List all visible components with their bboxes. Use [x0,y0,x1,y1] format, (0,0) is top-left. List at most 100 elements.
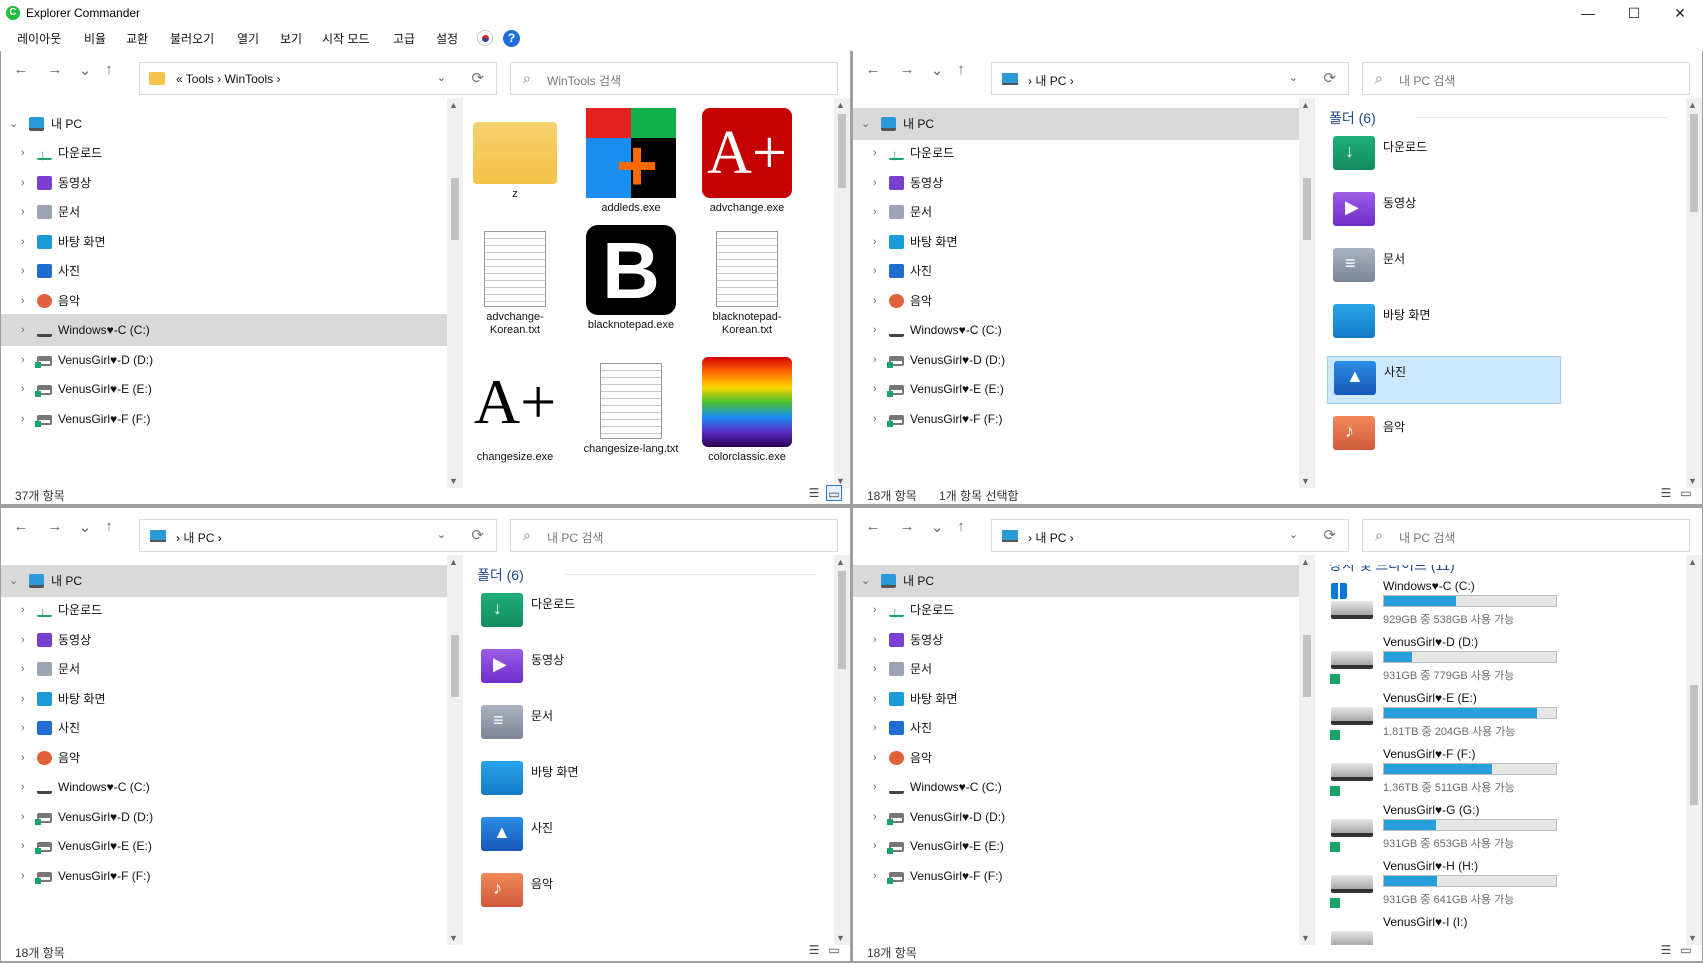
tree-item[interactable]: › 문서 [1,196,447,228]
up-button[interactable]: ↑ [951,518,971,535]
chevron-right-icon[interactable]: › [873,285,877,317]
details-view-icon[interactable]: ☰ [1658,942,1674,958]
menu-ratio[interactable]: 비율 [84,30,106,47]
folder-tile[interactable]: ▲ 사진 [475,813,709,861]
scrollbar-thumb[interactable] [838,114,846,188]
drive-tile[interactable]: VenusGirl♥-H (H:) 931GB 중 641GB 사용 가능 [1327,859,1577,911]
chevron-down-icon[interactable]: ⌄ [9,108,18,140]
file-item[interactable]: advchange-Korean.txt [465,225,565,337]
folder-tile[interactable]: 바탕 화면 [475,757,709,805]
address-path[interactable]: › 내 PC › [1028,529,1074,546]
tree-item[interactable]: › 다운로드 [1,137,447,172]
address-dropdown-icon[interactable]: ⌄ [437,528,446,541]
details-view-icon[interactable]: ☰ [806,485,822,501]
scroll-up-icon[interactable]: ▲ [836,100,845,110]
tree-scrollbar[interactable]: ▲ ▼ [447,555,463,945]
scroll-up-icon[interactable]: ▲ [1688,100,1697,110]
chevron-right-icon[interactable]: › [21,226,25,258]
tree-item[interactable]: › 문서 [1,653,447,685]
chevron-right-icon[interactable]: › [873,830,877,862]
large-icons-view-icon[interactable]: ▭ [1678,942,1694,958]
menu-layout[interactable]: 레이아웃 [17,30,61,47]
recent-dropdown-button[interactable]: ⌄ [927,61,947,79]
large-icons-view-icon[interactable]: ▭ [826,485,842,501]
chevron-right-icon[interactable]: › [21,683,25,715]
tree-item[interactable]: › VenusGirl♥-D (D:) [853,801,1299,833]
tree-item-this-pc[interactable]: ⌄ 내 PC [1,108,447,140]
tree-item[interactable]: › 문서 [853,196,1299,228]
tree-item[interactable]: › 동영상 [1,167,447,199]
tree-item[interactable]: › 사진 [1,255,447,287]
address-bar[interactable]: › 내 PC › ⌄ ⟳ [991,519,1349,552]
korean-flag-icon[interactable] [477,30,493,46]
chevron-right-icon[interactable]: › [873,860,877,892]
menu-swap[interactable]: 교환 [126,30,148,47]
large-icons-view-icon[interactable]: ▭ [1678,485,1694,501]
chevron-right-icon[interactable]: › [873,314,877,346]
chevron-right-icon[interactable]: › [873,653,877,685]
tree-item[interactable]: › 바탕 화면 [853,226,1299,258]
scroll-up-icon[interactable]: ▲ [1688,557,1697,567]
tree-scrollbar[interactable]: ▲ ▼ [447,98,463,488]
recent-dropdown-button[interactable]: ⌄ [927,518,947,536]
chevron-right-icon[interactable]: › [873,373,877,405]
menu-open[interactable]: 열기 [237,30,259,47]
up-button[interactable]: ↑ [99,61,119,78]
chevron-right-icon[interactable]: › [21,771,25,803]
drive-tile[interactable]: VenusGirl♥-F (F:) 1.36TB 중 511GB 사용 가능 [1327,747,1577,799]
chevron-right-icon[interactable]: › [21,624,25,656]
tree-item[interactable]: › 동영상 [853,624,1299,656]
chevron-right-icon[interactable]: › [21,653,25,685]
tree-item[interactable]: › VenusGirl♥-D (D:) [853,344,1299,376]
scroll-down-icon[interactable]: ▼ [449,933,458,943]
chevron-right-icon[interactable]: › [21,167,25,199]
drive-tile[interactable]: VenusGirl♥-E (E:) 1.81TB 중 204GB 사용 가능 [1327,691,1577,743]
chevron-right-icon[interactable]: › [873,624,877,656]
file-item[interactable]: + addleds.exe [581,108,681,215]
help-icon[interactable]: ? [503,30,520,47]
file-item[interactable]: A+ changesize.exe [465,357,565,464]
menu-settings[interactable]: 설정 [436,30,458,47]
scroll-down-icon[interactable]: ▼ [1301,476,1310,486]
tree-item[interactable]: › 바탕 화면 [1,226,447,258]
chevron-right-icon[interactable]: › [873,255,877,287]
recent-dropdown-button[interactable]: ⌄ [75,518,95,536]
search-box[interactable]: ⌕ 내 PC 검색 [1362,62,1690,95]
forward-button[interactable]: → [897,518,917,535]
tree-item-this-pc[interactable]: ⌄ 내 PC [853,108,1299,140]
tree-item[interactable]: › VenusGirl♥-F (F:) [853,860,1299,892]
recent-dropdown-button[interactable]: ⌄ [75,61,95,79]
chevron-right-icon[interactable]: › [21,255,25,287]
back-button[interactable]: ← [863,518,883,535]
menu-view[interactable]: 보기 [280,30,302,47]
scroll-up-icon[interactable]: ▲ [449,557,458,567]
address-bar[interactable]: › 내 PC › ⌄ ⟳ [139,519,497,552]
folder-tile[interactable]: ♪ 음악 [475,869,709,917]
file-item[interactable]: Bblacknotepad.exe [581,225,681,332]
tree-item[interactable]: › 음악 [853,285,1299,317]
file-item[interactable]: A+ advchange.exe [697,108,797,215]
scroll-up-icon[interactable]: ▲ [1301,557,1310,567]
tree-item[interactable]: › VenusGirl♥-F (F:) [1,860,447,892]
folder-tile[interactable]: ♪ 음악 [1327,412,1561,460]
tree-item[interactable]: › Windows♥-C (C:) [853,771,1299,803]
scroll-down-icon[interactable]: ▼ [449,476,458,486]
maximize-button[interactable]: ☐ [1611,0,1657,27]
folder-tile[interactable]: ↓ 다운로드 [475,589,709,637]
folder-tile[interactable]: ≡ 문서 [1327,244,1561,292]
tree-item[interactable]: › VenusGirl♥-D (D:) [1,344,447,376]
group-header[interactable]: 장치 및 드라이브 (11) [1329,565,1679,575]
chevron-right-icon[interactable]: › [873,801,877,833]
chevron-right-icon[interactable]: › [21,137,25,169]
address-dropdown-icon[interactable]: ⌄ [1289,528,1298,541]
tree-item[interactable]: › 문서 [853,653,1299,685]
address-path[interactable]: « Tools › WinTools › [176,72,280,86]
scrollbar-thumb[interactable] [838,571,846,669]
address-path[interactable]: › 내 PC › [176,529,222,546]
scroll-down-icon[interactable]: ▼ [1301,933,1310,943]
folder-tile[interactable]: 바탕 화면 [1327,300,1561,348]
chevron-right-icon[interactable]: › [21,373,25,405]
folder-tile[interactable]: ▲ 사진 [1327,356,1561,404]
folder-tile[interactable]: ▶ 동영상 [475,645,709,693]
tree-scrollbar[interactable]: ▲ ▼ [1299,98,1315,488]
